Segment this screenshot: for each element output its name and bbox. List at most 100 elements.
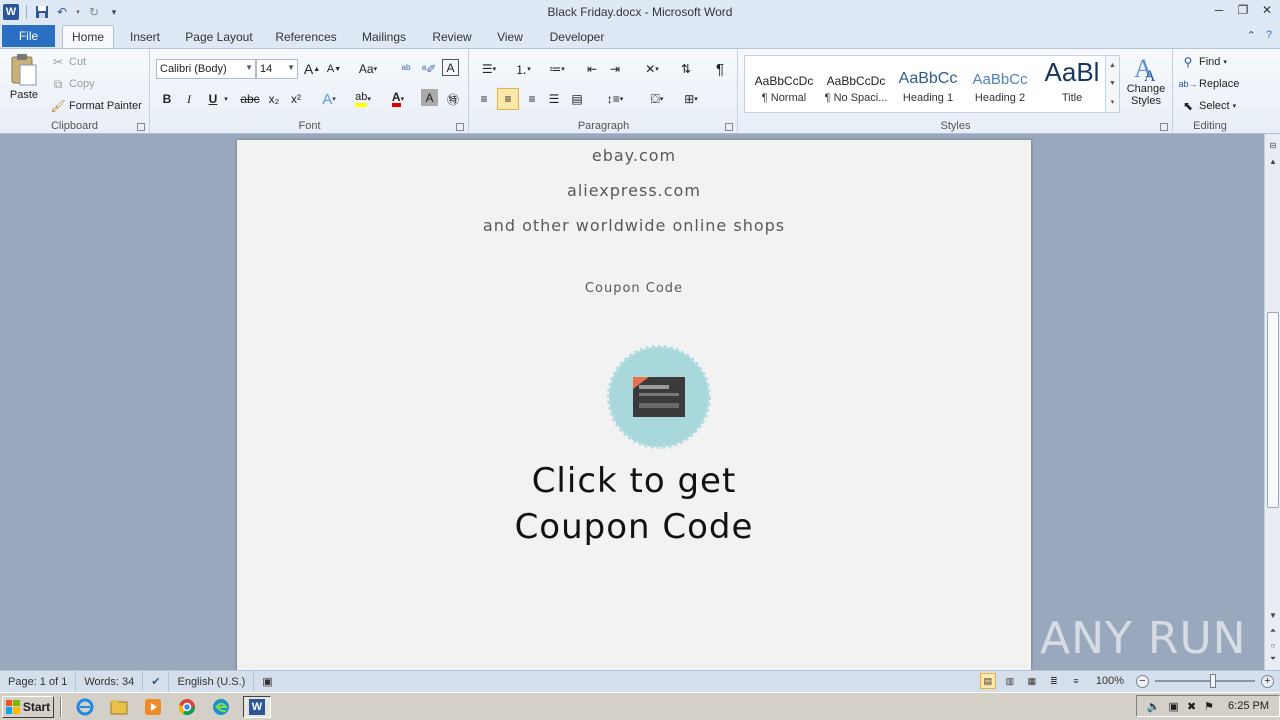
bold-button[interactable]: B [157,89,177,109]
clock[interactable]: 6:25 PM [1228,700,1269,712]
scroll-up-icon[interactable]: ▲ [1109,62,1116,69]
font-color-button[interactable]: A ▾ [384,89,412,109]
format-painter-button[interactable]: 🖌 Format Painter [50,98,141,114]
underline-dropdown-icon[interactable]: ▾ [221,89,231,109]
styles-launcher-icon[interactable] [1160,123,1168,131]
tab-home[interactable]: Home [62,25,114,48]
select-button[interactable]: ⬉ Select ▾ [1180,98,1236,114]
undo-icon[interactable]: ↶ [54,4,70,20]
start-button[interactable]: Start [2,695,54,718]
borders-button[interactable]: ⊞ ▾ [676,89,706,109]
numbering-button[interactable]: ⒈ ▾ [508,59,538,79]
zoom-in-icon[interactable]: + [1261,674,1274,688]
network-icon[interactable]: ▣ [1169,700,1179,713]
asian-layout-button[interactable]: ✕ ▾ [638,59,666,79]
volume-icon[interactable]: 🔈 [1147,700,1161,713]
show-hide-button[interactable]: ¶ [710,59,730,79]
multilevel-list-button[interactable]: ≔ ▾ [542,59,572,79]
tab-page-layout[interactable]: Page Layout [180,25,258,48]
line-spacing-button[interactable]: ↕≡ ▾ [600,89,630,109]
paragraph-launcher-icon[interactable] [725,123,733,131]
change-styles-button[interactable]: AA Change Styles [1124,53,1168,107]
file-explorer-icon[interactable] [107,696,131,718]
action-center-flag-icon[interactable]: ⚑ [1204,700,1214,713]
proofing-icon[interactable]: ✔ [143,670,170,693]
zoom-slider[interactable] [1155,674,1255,688]
font-name-combo[interactable]: Calibri (Body) ▼ [156,59,256,79]
subscript-button[interactable]: x₂ [264,89,284,109]
redo-icon[interactable]: ↻ [86,4,102,20]
language-indicator[interactable]: English (U.S.) [169,670,255,693]
minimize-ribbon-icon[interactable]: ⌃ [1247,29,1256,42]
style-no-spacing[interactable]: AaBbCcDc ¶ No Spaci... [821,58,891,110]
italic-button[interactable]: I [179,89,199,109]
sort-button[interactable]: ⇅ [676,59,696,79]
browse-object-icon[interactable]: ○ [1266,638,1280,652]
scroll-down-arrow-icon[interactable]: ▼ [1266,608,1280,622]
word-logo-icon[interactable]: W [3,4,19,20]
coupon-badge-icon[interactable] [605,343,713,451]
character-shading-button[interactable]: A [421,89,438,106]
change-case-button[interactable]: Aa ▾ [354,59,382,79]
bullets-button[interactable]: ☰ ▾ [474,59,504,79]
clear-formatting-button[interactable]: ᵃᵇ [396,59,416,79]
web-layout-icon[interactable]: ▦ [1024,673,1040,689]
page-count[interactable]: Page: 1 of 1 [0,670,77,693]
style-heading-1[interactable]: AaBbCc Heading 1 [893,58,963,110]
more-styles-icon[interactable]: ▾ [1111,98,1115,106]
vertical-scrollbar[interactable]: ⊟ ▲ ▼ ⏶ ○ ⏷ [1264,134,1280,670]
close-icon[interactable]: ✕ [1258,2,1276,18]
enclose-characters-button[interactable]: ㊕ [443,89,463,109]
help-icon[interactable]: ? [1266,29,1272,42]
align-center-button[interactable]: ≡ [497,88,519,110]
zoom-slider-thumb[interactable] [1210,674,1216,688]
minimize-icon[interactable]: ─ [1210,2,1228,18]
copy-button[interactable]: ⧉ Copy [50,76,95,92]
justify-button[interactable]: ☰ [544,89,564,109]
style-title[interactable]: AaBl Title [1037,58,1107,110]
character-border-button[interactable]: A [442,59,459,76]
decrease-indent-button[interactable]: ⇤ [582,59,602,79]
internet-explorer-icon[interactable] [73,696,97,718]
document-page[interactable]: ebay.com aliexpress.com and other worldw… [237,140,1031,670]
cut-button[interactable]: ✂ Cut [50,54,86,70]
scrollbar-thumb[interactable] [1267,312,1279,508]
distributed-button[interactable]: ▤ [567,89,587,109]
align-right-button[interactable]: ≡ [522,89,542,109]
font-size-combo[interactable]: 14 ▼ [256,59,298,79]
tab-developer[interactable]: Developer [542,25,612,48]
tab-review[interactable]: Review [426,25,478,48]
previous-page-icon[interactable]: ⏶ [1266,624,1280,638]
tab-references[interactable]: References [270,25,342,48]
scroll-down-icon[interactable]: ▼ [1109,80,1116,87]
zoom-level[interactable]: 100% [1096,675,1124,687]
edge-icon[interactable] [209,696,233,718]
highlight-button[interactable]: ab ▾ [349,89,377,109]
undo-dropdown-icon[interactable]: ▾ [74,4,82,20]
scroll-up-arrow-icon[interactable]: ▲ [1266,154,1280,168]
increase-indent-button[interactable]: ⇥ [605,59,625,79]
security-icon[interactable]: ✖ [1187,700,1196,713]
word-count[interactable]: Words: 34 [76,670,144,693]
gallery-scroll[interactable]: ▲ ▼ ▾ [1105,56,1119,112]
tab-file[interactable]: File [2,25,55,47]
restore-icon[interactable]: ❐ [1234,2,1252,18]
text-effects-button[interactable]: A ▾ [319,89,339,109]
coupon-cta-line1[interactable]: Click to get [237,458,1031,504]
replace-button[interactable]: ab→ Replace [1179,76,1240,92]
coupon-cta-line2[interactable]: Coupon Code [237,504,1031,550]
customize-qat-icon[interactable]: ▾ [106,4,122,20]
grow-font-button[interactable]: A ▲ [302,59,322,79]
clipboard-launcher-icon[interactable] [137,123,145,131]
align-left-button[interactable]: ≡ [474,89,494,109]
outline-view-icon[interactable]: ≣ [1046,673,1062,689]
style-normal[interactable]: AaBbCcDc ¶ Normal [749,58,819,110]
print-layout-view-icon[interactable]: ▤ [979,673,996,689]
text-effects-small-button[interactable]: ᵃ✐ [419,59,439,79]
find-button[interactable]: ⚲ Find ▾ [1180,54,1227,70]
style-heading-2[interactable]: AaBbCc Heading 2 [965,58,1035,110]
tab-insert[interactable]: Insert [122,25,168,48]
underline-button[interactable]: U [203,89,223,109]
ruler-toggle-icon[interactable]: ⊟ [1266,138,1280,152]
full-screen-reading-icon[interactable]: ▥ [1002,673,1018,689]
